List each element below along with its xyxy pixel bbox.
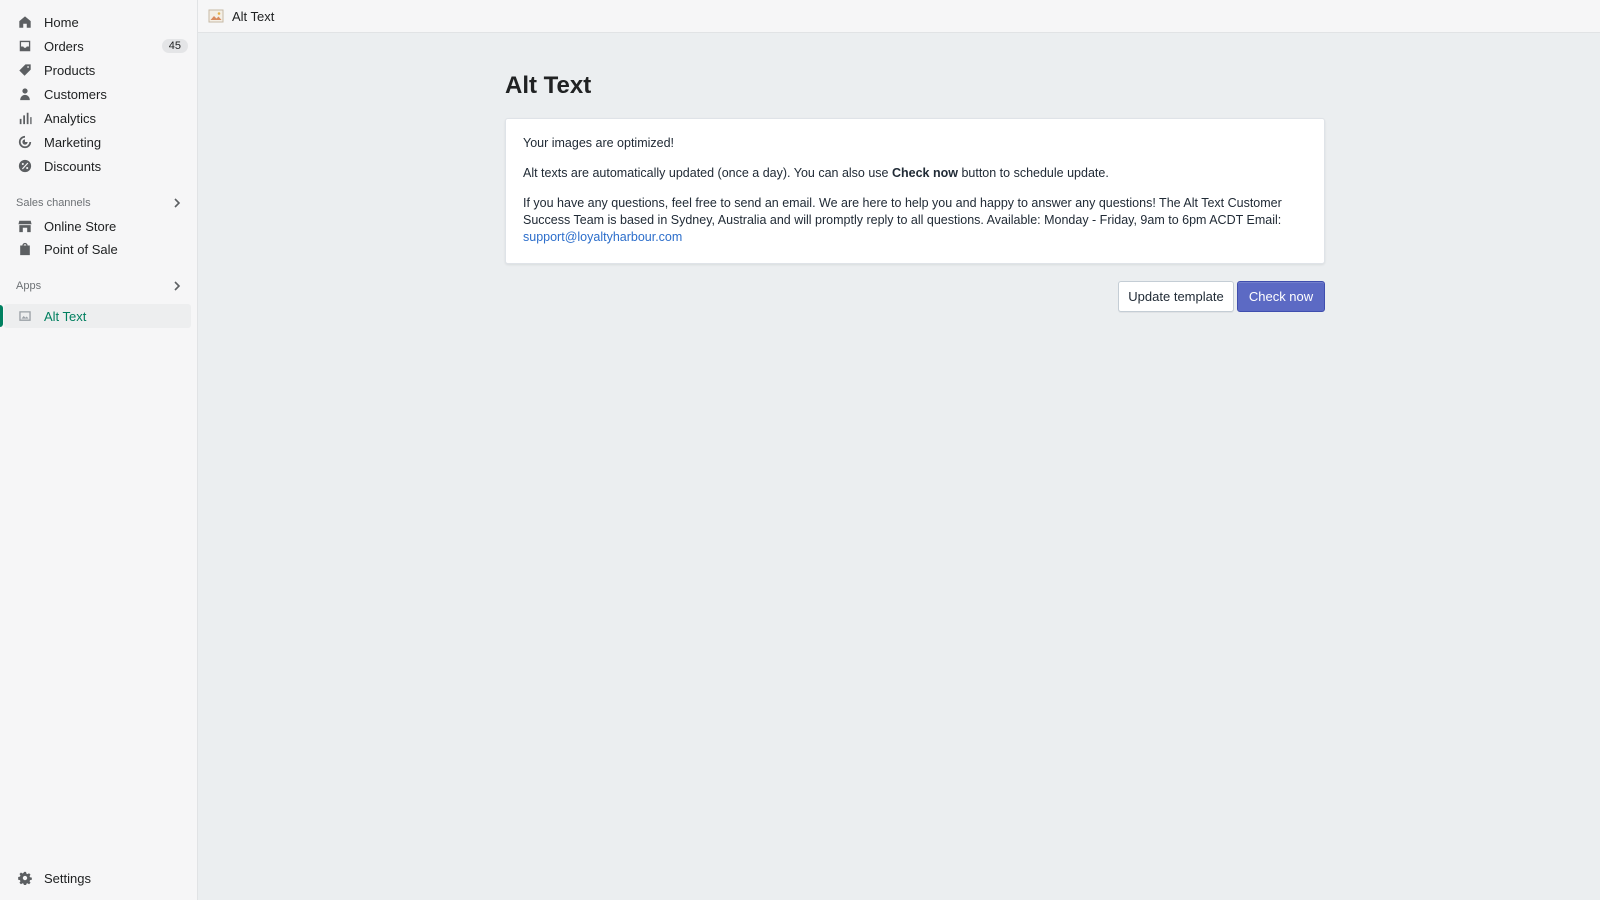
chevron-right-icon [174,198,181,208]
sidebar-item-label: Products [44,62,96,78]
sidebar-item-label: Customers [44,86,107,102]
sidebar-item-alt-text[interactable]: Alt Text [4,304,191,328]
active-indicator [0,305,3,327]
sales-channels-heading[interactable]: Sales channels [16,194,182,212]
orders-icon [17,38,33,54]
sidebar-item-analytics[interactable]: Analytics [12,106,192,130]
chevron-right-icon [174,281,181,291]
update-info-after: button to schedule update. [957,166,1109,180]
sidebar-item-products[interactable]: Products [12,58,192,82]
person-icon [17,86,33,102]
bar-chart-icon [17,110,33,126]
sidebar-item-label: Online Store [44,218,117,234]
optimized-message: Your images are optimized! [523,136,675,150]
discount-icon [17,158,33,174]
sidebar-item-label: Point of Sale [44,241,118,257]
apps-heading[interactable]: Apps [16,277,182,295]
sidebar-item-marketing[interactable]: Marketing [12,130,192,154]
update-info-strong: Check now [891,166,958,180]
home-icon [17,14,33,30]
sidebar-item-home[interactable]: Home [12,10,192,34]
support-info: If you have any questions, feel free to … [523,195,1307,246]
target-icon [17,134,33,150]
sidebar-item-label: Orders [44,38,84,54]
sidebar-item-label: Settings [44,870,91,886]
info-card: Your images are optimized! Alt texts are… [505,118,1325,264]
apps-label: Apps [16,280,42,292]
sidebar-item-point-of-sale[interactable]: Point of Sale [12,237,192,261]
update-info-before: Alt texts are automatically updated (onc… [523,166,892,180]
sidebar-item-customers[interactable]: Customers [12,82,192,106]
store-icon [17,218,33,234]
app-image-icon [208,9,224,23]
sidebar-item-label: Discounts [44,158,102,174]
topbar: Alt Text [198,0,1600,33]
bag-icon [17,241,33,257]
support-email-link[interactable]: support@loyaltyharbour.com [523,230,682,244]
sidebar: Home Orders 45 Products Customers Analyt… [0,0,198,900]
update-info: Alt texts are automatically updated (onc… [523,165,1307,182]
sidebar-item-label: Analytics [44,110,97,126]
orders-count-badge: 45 [161,39,188,53]
sidebar-item-settings[interactable]: Settings [12,866,192,890]
sidebar-item-orders[interactable]: Orders 45 [12,34,192,58]
sidebar-item-discounts[interactable]: Discounts [12,154,192,178]
sidebar-item-online-store[interactable]: Online Store [12,214,192,238]
sales-channels-label: Sales channels [16,197,91,209]
update-template-button[interactable]: Update template [1118,281,1234,312]
gear-icon [17,870,33,886]
tag-icon [17,62,33,78]
sidebar-item-label: Alt Text [44,308,87,324]
check-now-button[interactable]: Check now [1237,281,1325,312]
sidebar-item-label: Home [44,14,79,30]
page-title: Alt Text [505,72,592,99]
app-image-icon [17,308,33,324]
support-text: If you have any questions, feel free to … [523,196,1282,227]
sidebar-item-label: Marketing [44,134,102,150]
topbar-title: Alt Text [232,8,275,24]
